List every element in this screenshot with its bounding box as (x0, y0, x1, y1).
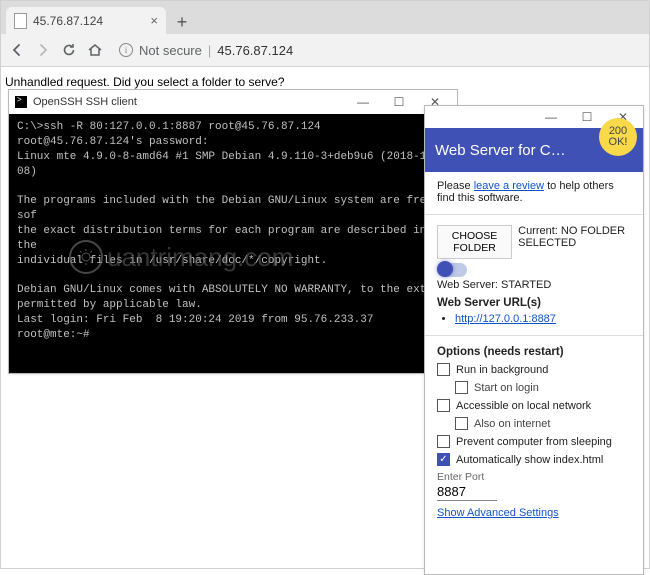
app-minimize-button[interactable]: — (533, 106, 569, 128)
advanced-settings-link[interactable]: Show Advanced Settings (437, 507, 559, 519)
terminal-window: OpenSSH SSH client — ☐ ✕ C:\>ssh -R 80:1… (8, 89, 458, 374)
page-body-text: Unhandled request. Did you select a fold… (5, 75, 645, 89)
app-title: Web Server for C… (435, 142, 566, 159)
checkbox-icon[interactable] (455, 417, 468, 430)
checkbox-icon[interactable] (437, 399, 450, 412)
file-icon (14, 13, 27, 29)
forward-button[interactable] (35, 42, 51, 58)
back-button[interactable] (9, 42, 25, 58)
opt-autoindex[interactable]: ✓Automatically show index.html (437, 453, 631, 466)
urls-heading: Web Server URL(s) (437, 297, 631, 309)
minimize-button[interactable]: — (345, 91, 381, 113)
maximize-button[interactable]: ☐ (381, 91, 417, 113)
tabstrip: 45.76.87.124 × + (1, 1, 649, 34)
page-viewport: Unhandled request. Did you select a fold… (1, 67, 649, 568)
choose-folder-button[interactable]: CHOOSE FOLDER (437, 225, 512, 259)
app-body: Please leave a review to help others fin… (425, 172, 643, 529)
checkbox-checked-icon[interactable]: ✓ (437, 453, 450, 466)
new-tab-button[interactable]: + (170, 10, 194, 34)
port-label: Enter Port (437, 471, 631, 483)
browser-tab[interactable]: 45.76.87.124 × (6, 7, 166, 34)
current-folder-label: Current: NO FOLDER SELECTED (518, 225, 631, 249)
tab-title: 45.76.87.124 (33, 14, 144, 28)
close-tab-icon[interactable]: × (150, 13, 158, 28)
webserver-app-window: — ☐ ✕ Web Server for C… 200OK! Please le… (424, 105, 644, 575)
browser-toolbar: i Not secure | (1, 34, 649, 67)
leave-review-link[interactable]: leave a review (474, 180, 544, 192)
reload-button[interactable] (61, 42, 77, 58)
terminal-titlebar[interactable]: OpenSSH SSH client — ☐ ✕ (9, 90, 457, 114)
server-state-label: Web Server: STARTED (437, 279, 631, 291)
opt-local-network[interactable]: Accessible on local network (437, 399, 631, 412)
app-header: Web Server for C… 200OK! (425, 128, 643, 172)
port-input[interactable] (437, 483, 497, 501)
site-info-icon[interactable]: i (119, 43, 133, 57)
app-maximize-button[interactable]: ☐ (569, 106, 605, 128)
status-badge: 200OK! (599, 118, 637, 156)
opt-internet[interactable]: Also on internet (455, 417, 631, 430)
terminal-title: OpenSSH SSH client (33, 96, 137, 108)
review-text: Please leave a review to help others fin… (437, 180, 631, 204)
checkbox-icon[interactable] (437, 435, 450, 448)
terminal-icon (15, 96, 27, 108)
opt-nosleep[interactable]: Prevent computer from sleeping (437, 435, 631, 448)
server-toggle[interactable] (437, 263, 467, 277)
server-url-link[interactable]: http://127.0.0.1:8887 (455, 313, 556, 325)
options-heading: Options (needs restart) (437, 346, 631, 358)
url-input[interactable] (217, 43, 635, 58)
checkbox-icon[interactable] (455, 381, 468, 394)
home-button[interactable] (87, 42, 103, 58)
checkbox-icon[interactable] (437, 363, 450, 376)
opt-run-background[interactable]: Run in background (437, 363, 631, 376)
address-bar[interactable]: i Not secure | (113, 38, 641, 62)
terminal-output[interactable]: C:\>ssh -R 80:127.0.0.1:8887 root@45.76.… (9, 114, 457, 373)
not-secure-label: Not secure (139, 43, 202, 58)
opt-start-login[interactable]: Start on login (455, 381, 631, 394)
